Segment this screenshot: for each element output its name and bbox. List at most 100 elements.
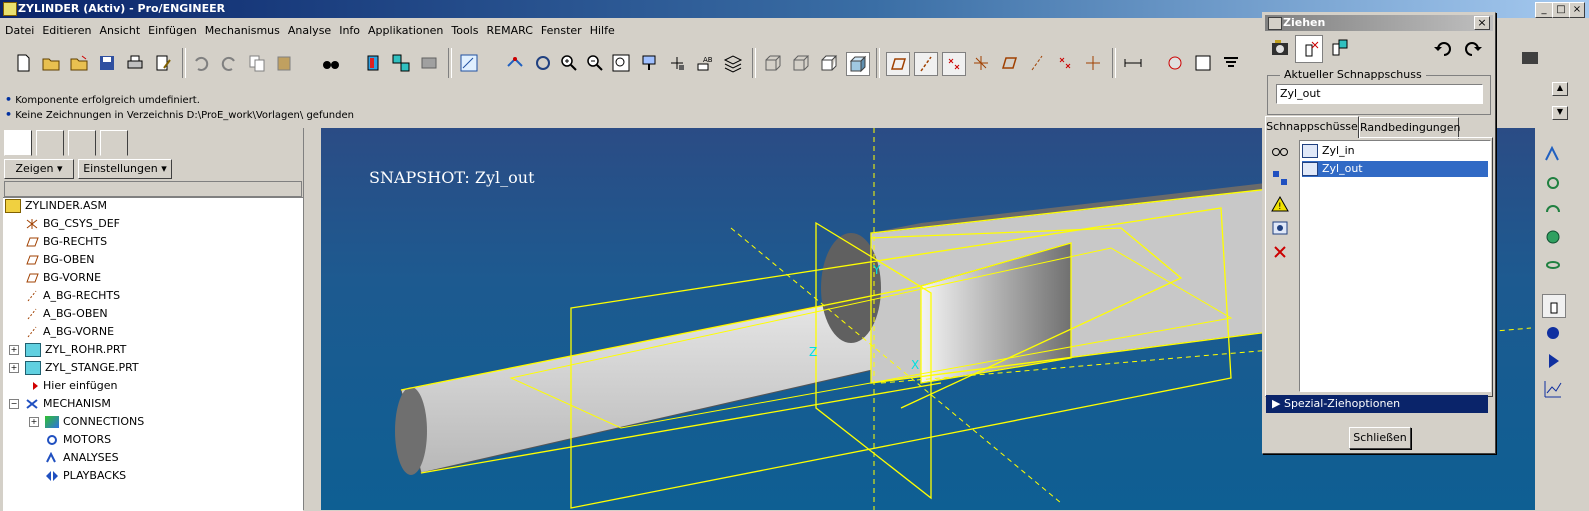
menu-mechanismus[interactable]: Mechanismus (200, 22, 283, 37)
tab-snapshots[interactable]: Schnappschüsse (1265, 116, 1359, 138)
tree-node-plane[interactable]: BG-VORNE (25, 270, 101, 286)
body-drag-icon[interactable] (1325, 35, 1351, 61)
tree-node-axis[interactable]: A_BG-RECHTS (25, 288, 120, 304)
points-off-icon[interactable] (1054, 52, 1076, 74)
measure-icon[interactable] (1122, 52, 1144, 74)
new-file-icon[interactable] (12, 52, 34, 74)
snapshot-camera-icon[interactable] (1270, 218, 1290, 238)
window-icon[interactable] (418, 52, 440, 74)
filter-icon[interactable] (1220, 52, 1242, 74)
point-drag-icon[interactable] (1295, 35, 1323, 63)
dialog-title-bar[interactable]: Ziehen × (1265, 15, 1493, 31)
refit-icon[interactable] (610, 52, 632, 74)
drag-component-icon[interactable] (1542, 142, 1564, 164)
tree-node-analyses[interactable]: ANALYSES (45, 450, 119, 466)
analysis-icon[interactable] (1164, 52, 1186, 74)
connections-tab-icon[interactable] (100, 130, 128, 156)
print-icon[interactable] (124, 52, 146, 74)
open-folder-icon[interactable] (40, 52, 62, 74)
drag-hand-icon[interactable] (1542, 294, 1566, 318)
display-icon[interactable] (1520, 48, 1540, 68)
datum-planes-icon[interactable] (886, 52, 910, 76)
settings-dropdown-button[interactable]: Einstellungen ▾ (78, 159, 172, 179)
menu-datei[interactable]: Datei (0, 22, 37, 37)
tree-node-playbacks[interactable]: PLAYBACKS (45, 468, 126, 484)
layers-icon[interactable] (722, 52, 744, 74)
tree-node-axis[interactable]: A_BG-OBEN (25, 306, 108, 322)
shading-icon[interactable] (846, 52, 870, 76)
hidden-line-icon[interactable] (790, 52, 812, 74)
tree-node-part[interactable]: ZYL_STANGE.PRT (25, 360, 139, 376)
tree-node-assembly[interactable]: ZYLINDER.ASM (5, 198, 107, 214)
tree-node-plane[interactable]: BG-RECHTS (25, 234, 107, 250)
model-tree-icon[interactable] (390, 52, 412, 74)
paste-icon[interactable] (274, 52, 296, 74)
orient-icon[interactable] (532, 52, 554, 74)
menu-tools[interactable]: Tools (446, 22, 481, 37)
datum-planes-off-icon[interactable] (998, 52, 1020, 74)
menu-fenster[interactable]: Fenster (536, 22, 585, 37)
tab-constraints[interactable]: Randbedingungen (1359, 117, 1461, 139)
menu-remarc[interactable]: REMARC (481, 22, 535, 37)
repaint-icon[interactable] (638, 52, 660, 74)
menu-ansicht[interactable]: Ansicht (95, 22, 144, 37)
text-ab-icon[interactable]: AB (694, 52, 716, 74)
take-snapshot-icon[interactable] (1267, 35, 1293, 61)
close-window-button[interactable]: × (1569, 2, 1585, 18)
menu-hilfe[interactable]: Hilfe (585, 22, 618, 37)
no-hidden-icon[interactable] (818, 52, 840, 74)
vertical-scrollbar[interactable]: ▲ ▼ (1552, 82, 1568, 126)
spin-center-icon[interactable] (504, 52, 526, 74)
menu-editieren[interactable]: Editieren (37, 22, 94, 37)
csys-off-icon[interactable] (1082, 52, 1104, 74)
joint-axis-icon[interactable] (1542, 170, 1564, 192)
snapshot-item[interactable]: Zyl_in (1302, 143, 1488, 159)
tree-node-mechanism[interactable]: MECHANISM (25, 396, 111, 412)
menu-info[interactable]: Info (334, 22, 363, 37)
tree-node-connections[interactable]: CONNECTIONS (45, 414, 144, 430)
saved-views-icon[interactable] (666, 52, 688, 74)
favorites-tab-icon[interactable] (68, 130, 96, 156)
show-snapshot-glasses-icon[interactable] (1270, 142, 1290, 162)
tree-node-plane[interactable]: BG-OBEN (25, 252, 95, 268)
zoom-out-icon[interactable] (584, 52, 606, 74)
expand-toggle[interactable]: + (9, 345, 19, 355)
expand-toggle[interactable]: + (29, 417, 39, 427)
redo-drag-icon[interactable] (1459, 35, 1485, 61)
datum-points-icon[interactable] (942, 52, 966, 76)
gear-icon[interactable] (1542, 226, 1564, 248)
tree-splitter[interactable] (303, 128, 320, 510)
find-binoculars-icon[interactable] (320, 52, 342, 74)
edit-icon[interactable] (152, 52, 174, 74)
menu-analyse[interactable]: Analyse (283, 22, 334, 37)
copy-icon[interactable] (246, 52, 268, 74)
open-folder-icon-2[interactable] (68, 52, 90, 74)
axes-off-icon[interactable] (1026, 52, 1048, 74)
datum-axes-icon[interactable] (914, 52, 938, 76)
zoom-in-icon[interactable] (558, 52, 580, 74)
wireframe-icon[interactable] (762, 52, 784, 74)
special-drag-options-toggle[interactable]: ▶ Spezial-Ziehoptionen (1266, 395, 1488, 413)
tree-node-axis[interactable]: A_BG-VORNE (25, 324, 114, 340)
expand-toggle[interactable]: + (9, 363, 19, 373)
dialog-close-x-button[interactable]: × (1474, 16, 1490, 30)
menu-applikationen[interactable]: Applikationen (363, 22, 446, 37)
csys-icon[interactable] (970, 52, 992, 74)
redo-icon[interactable] (218, 52, 240, 74)
menu-einfuegen[interactable]: Einfügen (143, 22, 200, 37)
sketch-view-icon[interactable] (458, 52, 480, 74)
undo-icon[interactable] (190, 52, 212, 74)
warning-icon[interactable]: ! (1270, 194, 1290, 214)
collapse-toggle[interactable]: − (9, 399, 19, 409)
explode-snapshot-icon[interactable] (1270, 168, 1290, 188)
minimize-button[interactable]: _ (1535, 2, 1553, 18)
tree-node-motors[interactable]: MOTORS (45, 432, 111, 448)
undo-drag-icon[interactable] (1431, 35, 1457, 61)
save-icon[interactable] (96, 52, 118, 74)
show-dropdown-button[interactable]: Zeigen ▾ (4, 159, 74, 179)
servo-motor-icon[interactable] (1542, 198, 1564, 220)
regenerate-icon[interactable] (362, 52, 384, 74)
model-tree-tab-icon[interactable] (4, 130, 32, 156)
delete-snapshot-icon[interactable] (1270, 242, 1290, 262)
record-icon[interactable] (1542, 322, 1564, 344)
